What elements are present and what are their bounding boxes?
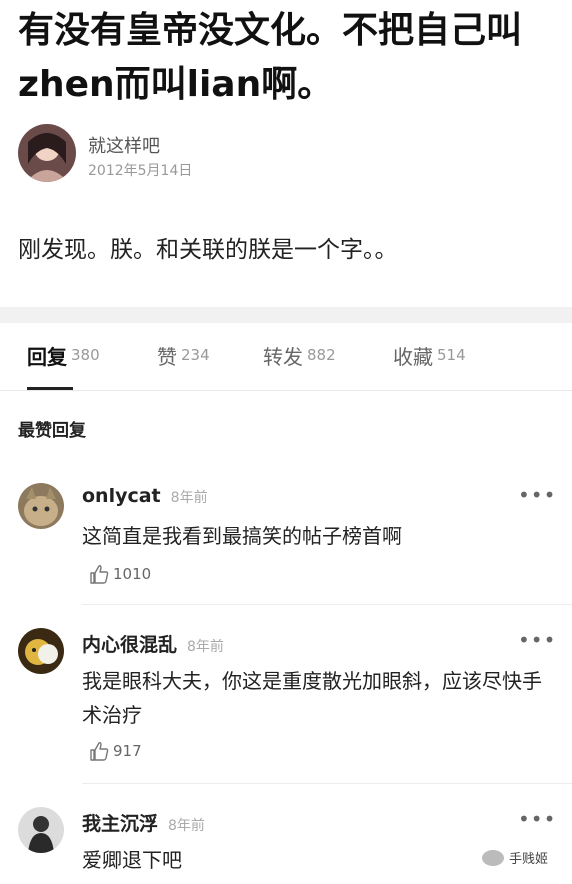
post-body: 刚发现。朕。和关联的朕是一个字。。 bbox=[18, 237, 398, 263]
comment-author[interactable]: 我主沉浮 8年前 bbox=[82, 809, 205, 836]
like-button[interactable]: 1010 bbox=[88, 563, 151, 585]
thumbs-up-icon bbox=[90, 742, 109, 761]
tab-count: 234 bbox=[181, 346, 210, 364]
comment-time: 8年前 bbox=[168, 818, 205, 834]
thumbs-up-icon bbox=[90, 565, 109, 584]
author-avatar[interactable] bbox=[18, 124, 76, 182]
comment-avatar[interactable] bbox=[18, 483, 64, 529]
post-page: 有没有皇帝没文化。不把自己叫zhen而叫lian啊。 就这样吧 2012年5月1… bbox=[0, 0, 572, 884]
tab-label: 转发 bbox=[263, 345, 303, 369]
tab-bar: 回复 380 赞 234 转发 882 收藏 514 bbox=[0, 323, 572, 390]
watermark-text: 手贱姬 bbox=[509, 852, 549, 867]
tab-count: 514 bbox=[437, 346, 466, 364]
comment-author[interactable]: 内心很混乱 8年前 bbox=[82, 630, 224, 657]
comment-author[interactable]: onlycat 8年前 bbox=[82, 485, 208, 507]
comment-username: onlycat bbox=[82, 485, 161, 507]
like-count: 1010 bbox=[113, 565, 152, 583]
tab-reposts[interactable]: 转发 882 bbox=[263, 341, 336, 370]
tab-replies[interactable]: 回复 380 bbox=[27, 341, 100, 370]
tabs-divider bbox=[0, 390, 572, 391]
more-options-icon[interactable]: ••• bbox=[518, 628, 556, 652]
comment-avatar[interactable] bbox=[18, 807, 64, 853]
comment-text: 我是眼科大夫，你这是重度散光加眼斜，应该尽快手术治疗 bbox=[82, 669, 542, 727]
comment-avatar[interactable] bbox=[18, 628, 64, 674]
comment-item: onlycat 8年前 ••• 这简直是我看到最搞笑的帖子榜首啊 1010 bbox=[0, 483, 572, 605]
section-divider bbox=[0, 307, 572, 323]
comment-item: 内心很混乱 8年前 ••• 我是眼科大夫，你这是重度散光加眼斜，应该尽快手术治疗 … bbox=[0, 628, 572, 784]
tab-favorites[interactable]: 收藏 514 bbox=[393, 341, 466, 370]
tab-label: 收藏 bbox=[393, 345, 433, 369]
tab-label: 回复 bbox=[27, 345, 67, 369]
like-button[interactable]: 917 bbox=[88, 740, 142, 762]
comment-username: 内心很混乱 bbox=[82, 634, 178, 656]
tab-count: 380 bbox=[71, 346, 100, 364]
tab-label: 赞 bbox=[157, 345, 177, 369]
comment-item: 我主沉浮 8年前 ••• 爱卿退下吧 bbox=[0, 807, 572, 884]
comment-time: 8年前 bbox=[187, 639, 224, 655]
comment-time: 8年前 bbox=[170, 490, 208, 506]
more-options-icon[interactable]: ••• bbox=[518, 807, 556, 831]
tab-likes[interactable]: 赞 234 bbox=[157, 341, 210, 370]
wechat-icon bbox=[482, 849, 504, 866]
tab-count: 882 bbox=[307, 346, 336, 364]
author-name[interactable]: 就这样吧 bbox=[88, 132, 160, 158]
section-heading: 最赞回复 bbox=[18, 421, 86, 441]
like-count: 917 bbox=[113, 742, 142, 760]
post-date: 2012年5月14日 bbox=[88, 163, 193, 179]
watermark: 手贱姬 bbox=[482, 848, 548, 867]
comment-text: 这简直是我看到最搞笑的帖子榜首啊 bbox=[82, 524, 402, 548]
comment-divider bbox=[82, 604, 572, 605]
more-options-icon[interactable]: ••• bbox=[518, 483, 556, 507]
comment-username: 我主沉浮 bbox=[82, 813, 159, 835]
comment-divider bbox=[82, 783, 572, 784]
post-title: 有没有皇帝没文化。不把自己叫zhen而叫lian啊。 bbox=[18, 10, 523, 105]
